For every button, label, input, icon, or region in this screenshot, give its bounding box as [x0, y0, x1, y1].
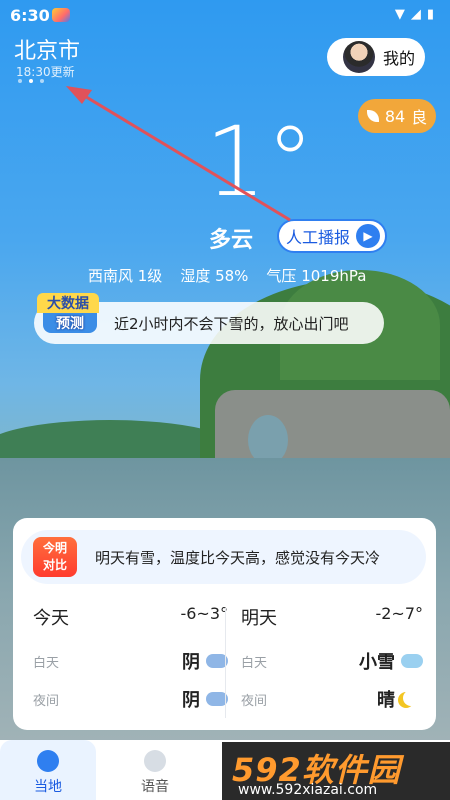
arrow-head [66, 86, 92, 104]
annotation-arrow [66, 86, 291, 222]
arrow-shaft [77, 90, 291, 222]
